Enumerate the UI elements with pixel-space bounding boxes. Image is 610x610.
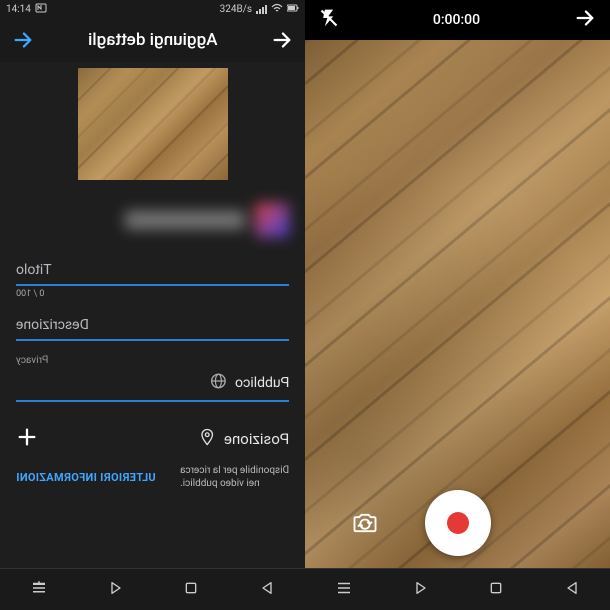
privacy-field[interactable]: Privacy Pubblico <box>16 355 289 402</box>
status-speed: 324B/s <box>220 4 252 15</box>
android-nav-bar-right <box>305 568 610 610</box>
status-time: 14:14 <box>6 4 31 15</box>
android-nav-bar <box>0 568 305 610</box>
nav-recents-icon[interactable] <box>259 580 275 600</box>
nav-back-icon[interactable] <box>108 580 124 600</box>
flash-toggle[interactable] <box>319 8 339 32</box>
globe-icon <box>209 372 227 394</box>
video-thumbnail[interactable] <box>78 68 228 180</box>
more-info-link[interactable]: ULTERIORI INFORMAZIONI <box>16 471 156 484</box>
footer-text: Disponibile per la ricerca nei video pub… <box>180 464 289 490</box>
description-field[interactable]: Descrizione <box>16 313 289 341</box>
add-location-button[interactable] <box>16 426 38 452</box>
privacy-value: Pubblico <box>235 375 289 391</box>
status-bar: 14:14 324B/s <box>0 0 305 18</box>
title-counter: 0 / 100 <box>16 289 289 299</box>
nav-recents-icon[interactable] <box>564 580 580 600</box>
camera-header: 0:00:00 <box>305 0 610 40</box>
camera-pane: 0:00:00 <box>305 0 610 610</box>
description-placeholder[interactable]: Descrizione <box>16 313 289 341</box>
location-label: Posizione <box>224 430 289 448</box>
wifi-icon <box>271 3 283 16</box>
back-button[interactable] <box>12 29 34 51</box>
battery-icon <box>287 4 299 15</box>
account-avatar-blurred <box>255 203 289 237</box>
location-row[interactable]: Posizione <box>0 416 305 458</box>
details-pane: 14:14 324B/s Aggiungi dettagli <box>0 0 305 610</box>
next-button[interactable] <box>271 29 293 51</box>
nav-menu-icon[interactable] <box>30 579 48 601</box>
nav-home-icon[interactable] <box>488 580 504 600</box>
thumbnail-wrap <box>0 62 305 190</box>
nav-home-icon[interactable] <box>183 580 199 600</box>
switch-camera-button[interactable] <box>345 503 385 543</box>
nav-back-icon[interactable] <box>413 580 429 600</box>
nav-menu-icon[interactable] <box>335 579 353 601</box>
fields: Titolo 0 / 100 Descrizione Privacy Pubbl… <box>0 258 305 416</box>
signal-icon <box>256 5 267 14</box>
status-nfc-icon <box>35 3 47 16</box>
camera-controls <box>305 478 610 568</box>
record-button[interactable] <box>425 490 491 556</box>
title-field[interactable]: Titolo 0 / 100 <box>16 258 289 299</box>
account-name-blurred <box>125 211 245 229</box>
title-placeholder[interactable]: Titolo <box>16 258 289 286</box>
location-pin-icon <box>198 428 216 450</box>
record-timer: 0:00:00 <box>433 12 480 28</box>
footer-row: ULTERIORI INFORMAZIONI Disponibile per l… <box>0 458 305 500</box>
camera-next-button[interactable] <box>574 7 596 33</box>
privacy-label: Privacy <box>16 355 289 366</box>
header: Aggiungi dettagli <box>0 18 305 62</box>
record-dot-icon <box>447 512 469 534</box>
account-row[interactable] <box>0 194 305 246</box>
header-title: Aggiungi dettagli <box>88 30 217 50</box>
